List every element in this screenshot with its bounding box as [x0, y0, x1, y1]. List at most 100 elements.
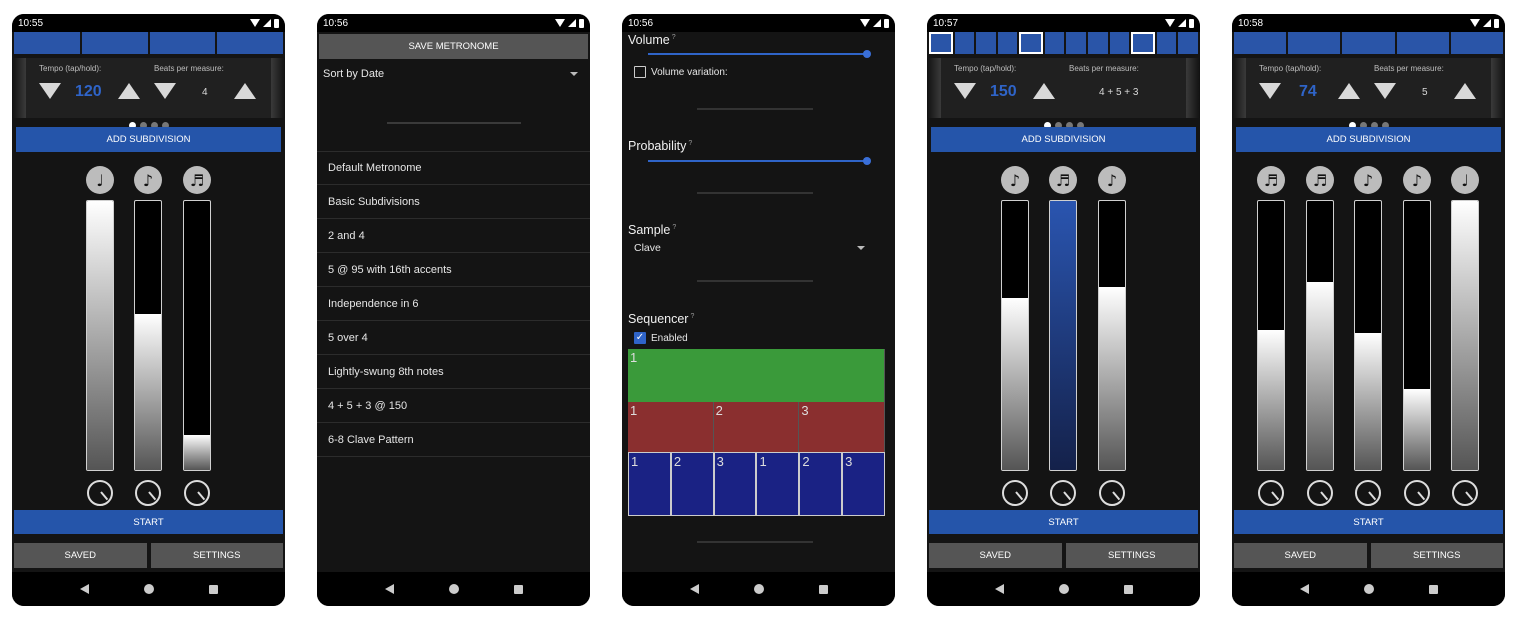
sequencer-cell[interactable]: 1	[628, 452, 671, 516]
saved-list-item[interactable]: 5 @ 95 with 16th accents	[317, 253, 590, 287]
settings-button[interactable]: SETTINGS	[1370, 543, 1503, 568]
start-button[interactable]: START	[929, 510, 1198, 534]
saved-list-item[interactable]: Independence in 6	[317, 287, 590, 321]
back-icon[interactable]	[994, 584, 1004, 594]
home-icon[interactable]	[143, 584, 154, 594]
add-subdivision-button[interactable]: ADD SUBDIVISION	[1236, 127, 1501, 152]
tempo-down-button[interactable]	[1259, 83, 1281, 99]
volume-slider[interactable]	[134, 200, 162, 471]
recents-icon[interactable]	[513, 584, 523, 594]
knob-icon[interactable]	[1099, 480, 1125, 506]
knob-icon[interactable]	[1404, 480, 1430, 506]
volume-slider[interactable]	[1403, 200, 1431, 471]
recents-icon[interactable]	[818, 584, 828, 594]
beat-cell[interactable]	[1288, 32, 1341, 54]
knob-icon[interactable]	[1307, 480, 1333, 506]
recents-icon[interactable]	[1428, 584, 1438, 594]
beat-cell[interactable]	[81, 32, 148, 54]
beats-up-button[interactable]	[234, 83, 256, 99]
back-icon[interactable]	[1299, 584, 1309, 594]
sequencer-cell[interactable]: 2	[670, 452, 714, 516]
volume-slider[interactable]	[648, 50, 871, 58]
start-button[interactable]: START	[1234, 510, 1503, 534]
tempo-value[interactable]: 120	[75, 83, 102, 101]
volume-slider[interactable]	[1098, 200, 1126, 471]
volume-slider[interactable]	[1354, 200, 1382, 471]
tempo-up-button[interactable]	[118, 83, 140, 99]
knob-icon[interactable]	[1452, 480, 1478, 506]
volume-slider[interactable]	[1451, 200, 1479, 471]
beat-cell[interactable]	[997, 32, 1018, 54]
tempo-value[interactable]: 74	[1299, 83, 1317, 101]
beat-strip[interactable]	[927, 32, 1200, 54]
note-icon[interactable]: ♬	[1257, 166, 1285, 194]
back-icon[interactable]	[689, 584, 699, 594]
info-icon[interactable]: ?	[672, 34, 676, 41]
note-icon[interactable]: ♪	[1001, 166, 1029, 194]
sequencer-cell[interactable]: 1	[756, 452, 800, 516]
beat-cell[interactable]	[976, 32, 996, 54]
note-icon[interactable]: ♩	[86, 166, 114, 194]
knob-icon[interactable]	[1050, 480, 1076, 506]
sequencer-cell[interactable]: 3	[713, 452, 757, 516]
recents-icon[interactable]	[1123, 584, 1133, 594]
saved-list-item[interactable]: 6-8 Clave Pattern	[317, 423, 590, 457]
beat-cell[interactable]	[14, 32, 80, 54]
note-icon[interactable]: ♪	[134, 166, 162, 194]
back-icon[interactable]	[384, 584, 394, 594]
saved-list-item[interactable]: Default Metronome	[317, 151, 590, 185]
beat-cell[interactable]	[929, 32, 953, 54]
beat-cell[interactable]	[1131, 32, 1155, 54]
beat-cell[interactable]	[1088, 32, 1108, 54]
beat-cell[interactable]	[1109, 32, 1130, 54]
sequencer-cell[interactable]: 2	[714, 402, 800, 452]
enabled-checkbox[interactable]: ✓	[634, 332, 646, 344]
volume-slider[interactable]	[1306, 200, 1334, 471]
beats-up-button[interactable]	[1454, 83, 1476, 99]
note-icon[interactable]: ♬	[1306, 166, 1334, 194]
saved-list-item[interactable]: 5 over 4	[317, 321, 590, 355]
knob-icon[interactable]	[135, 480, 161, 506]
settings-button[interactable]: SETTINGS	[150, 543, 283, 568]
note-icon[interactable]: ♪	[1354, 166, 1382, 194]
beat-cell[interactable]	[1342, 32, 1395, 54]
saved-button[interactable]: SAVED	[1234, 543, 1367, 568]
note-icon[interactable]: ♪	[1098, 166, 1126, 194]
knob-icon[interactable]	[184, 480, 210, 506]
beat-cell[interactable]	[1044, 32, 1065, 54]
beat-cell[interactable]	[1450, 32, 1504, 54]
saved-button[interactable]: SAVED	[929, 543, 1062, 568]
add-subdivision-button[interactable]: ADD SUBDIVISION	[16, 127, 281, 152]
sequencer-cell[interactable]: 3	[842, 452, 885, 516]
beat-cell[interactable]	[954, 32, 975, 54]
back-icon[interactable]	[79, 584, 89, 594]
tempo-up-button[interactable]	[1033, 83, 1055, 99]
settings-button[interactable]: SETTINGS	[1065, 543, 1198, 568]
beat-cell[interactable]	[1234, 32, 1287, 54]
note-icon[interactable]: ♩	[1451, 166, 1479, 194]
beat-strip[interactable]	[12, 32, 285, 54]
note-icon[interactable]: ♬	[183, 166, 211, 194]
knob-icon[interactable]	[1258, 480, 1284, 506]
home-icon[interactable]	[753, 584, 764, 594]
beats-down-button[interactable]	[154, 83, 176, 99]
saved-list-item[interactable]: Basic Subdivisions	[317, 185, 590, 219]
knob-icon[interactable]	[87, 480, 113, 506]
beat-cell[interactable]	[1178, 32, 1198, 54]
home-icon[interactable]	[448, 584, 459, 594]
note-icon[interactable]: ♬	[1049, 166, 1077, 194]
beat-cell[interactable]	[1066, 32, 1087, 54]
note-icon[interactable]: ♪	[1403, 166, 1431, 194]
beat-cell[interactable]	[217, 32, 283, 54]
recents-icon[interactable]	[208, 584, 218, 594]
sequencer-row[interactable]: 1 2 3	[628, 402, 886, 452]
sequencer-cell[interactable]: 1	[628, 402, 714, 452]
saved-list-item[interactable]: 2 and 4	[317, 219, 590, 253]
beat-cell[interactable]	[1019, 32, 1043, 54]
sort-dropdown[interactable]: Sort by Date	[317, 59, 590, 89]
beat-cell[interactable]	[1396, 32, 1449, 54]
add-subdivision-button[interactable]: ADD SUBDIVISION	[931, 127, 1196, 152]
volume-slider[interactable]	[1001, 200, 1029, 471]
beat-cell[interactable]	[1156, 32, 1177, 54]
beats-down-button[interactable]	[1374, 83, 1396, 99]
